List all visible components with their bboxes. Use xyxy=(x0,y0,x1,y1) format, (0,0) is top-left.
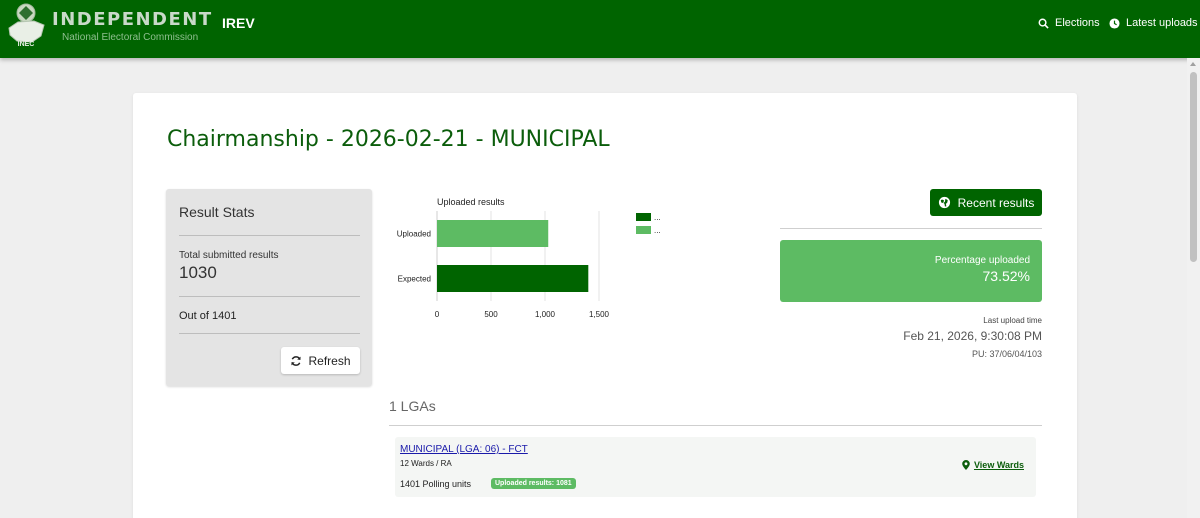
divider xyxy=(179,296,360,297)
recent-results-button[interactable]: Recent results xyxy=(930,189,1042,216)
scroll-up-arrow-icon[interactable] xyxy=(1190,62,1196,66)
nav-elections-label: Elections xyxy=(1055,17,1100,29)
percentage-uploaded-box: Percentage uploaded 73.52% xyxy=(780,240,1042,302)
bar-expected xyxy=(437,265,589,292)
nav-latest-uploads-label: Latest uploads xyxy=(1126,17,1198,29)
app-name[interactable]: IREV xyxy=(222,15,255,31)
result-stats-title: Result Stats xyxy=(179,204,255,220)
tick-label: 0 xyxy=(435,310,440,319)
brand-name: INDEPENDENT xyxy=(52,9,213,30)
divider xyxy=(179,333,360,334)
view-wards-label: View Wards xyxy=(973,460,1024,470)
total-submitted-value: 1030 xyxy=(179,263,217,282)
tick-label: 500 xyxy=(484,310,498,319)
page-scrollbar[interactable] xyxy=(1187,58,1200,518)
refresh-button[interactable]: Refresh xyxy=(281,347,360,374)
percentage-uploaded-value: 73.52% xyxy=(982,268,1030,284)
out-of-total: Out of 1401 xyxy=(179,310,237,322)
page-title: Chairmanship - 2026-02-21 - MUNICIPAL xyxy=(167,127,610,152)
nav-elections[interactable]: Elections xyxy=(1038,17,1100,29)
bar-uploaded xyxy=(437,220,549,247)
lga-count: 1 LGAs xyxy=(389,398,436,414)
location-pin-icon xyxy=(962,460,970,470)
nav-latest-uploads[interactable]: Latest uploads xyxy=(1109,17,1198,29)
divider xyxy=(780,228,1042,229)
brand-subtitle: National Electoral Commission xyxy=(62,32,199,43)
lga-link[interactable]: MUNICIPAL (LGA: 06) - FCT xyxy=(400,444,528,455)
lga-wards: 12 Wards / RA xyxy=(400,459,452,468)
refresh-button-label: Refresh xyxy=(308,353,351,368)
globe-icon xyxy=(938,196,950,209)
legend-label: ... xyxy=(654,226,661,235)
uploaded-results-badge: Uploaded results: 1081 xyxy=(491,478,576,489)
search-icon xyxy=(1038,18,1049,29)
legend-swatch xyxy=(636,213,651,221)
tick-label: 1,000 xyxy=(535,310,556,319)
view-wards-link[interactable]: View Wards xyxy=(962,460,1024,470)
last-upload-time: Feb 21, 2026, 9:30:08 PM xyxy=(903,329,1042,343)
legend-label: ... xyxy=(654,213,661,222)
divider xyxy=(179,235,360,236)
uploaded-results-chart: Uploaded results Uploaded Expected 0 500 1,00… xyxy=(397,197,661,319)
category-label: Expected xyxy=(398,275,431,284)
chart-title: Uploaded results xyxy=(437,197,505,207)
clock-icon xyxy=(1109,17,1120,29)
percentage-uploaded-label: Percentage uploaded xyxy=(934,255,1030,266)
total-submitted-label: Total submitted results xyxy=(179,250,279,261)
svg-text:INEC: INEC xyxy=(18,41,35,48)
top-app-bar: INEC INDEPENDENT National Electoral Comm… xyxy=(0,0,1200,58)
tick-label: 1,500 xyxy=(589,310,610,319)
result-stats-panel: Result Stats Total submitted results 103… xyxy=(166,189,372,386)
lga-polling-units: 1401 Polling units xyxy=(400,479,472,489)
refresh-icon xyxy=(291,355,302,366)
divider xyxy=(389,425,1042,426)
inec-logo[interactable]: INEC xyxy=(4,2,48,50)
list-item: MUNICIPAL (LGA: 06) - FCT 12 Wards / RA … xyxy=(395,437,1036,497)
last-upload-label: Last upload time xyxy=(983,316,1042,325)
recent-results-label: Recent results xyxy=(957,195,1035,210)
election-card: Chairmanship - 2026-02-21 - MUNICIPAL Re… xyxy=(133,93,1077,518)
legend-swatch xyxy=(636,226,651,234)
scrollbar-thumb[interactable] xyxy=(1190,72,1197,262)
polling-unit-code: PU: 37/06/04/103 xyxy=(971,349,1042,359)
category-label: Uploaded xyxy=(397,230,431,239)
